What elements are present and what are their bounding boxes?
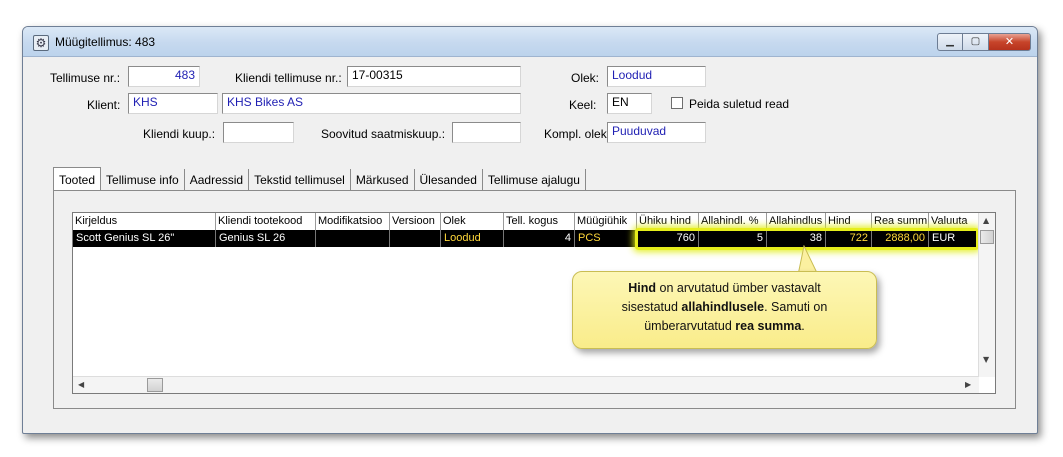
callout-hind: Hind: [628, 281, 657, 295]
annotation-callout: Hind on arvutatud ümber vastavalt sisest…: [572, 271, 877, 349]
hide-closed-checkbox[interactable]: [671, 97, 683, 109]
client-name-field[interactable]: KHS Bikes AS: [222, 93, 521, 114]
client-code-field[interactable]: KHS: [128, 93, 218, 114]
cell-client-code[interactable]: Genius SL 26: [216, 230, 316, 247]
col-header-unit[interactable]: Müügiühik: [575, 213, 637, 230]
client-label: Klient:: [87, 98, 121, 112]
order-no-field[interactable]: 483: [128, 66, 200, 87]
desired-delivery-field[interactable]: [452, 122, 521, 143]
close-icon[interactable]: ✕: [989, 33, 1031, 51]
tab-tellimuse-ajalugu[interactable]: Tellimuse ajalugu: [483, 169, 586, 191]
client-order-no-label: Kliendi tellimuse nr.:: [235, 71, 342, 85]
gear-window-icon[interactable]: ⚙: [33, 35, 49, 51]
complete-status-label: Kompl. olek:: [544, 127, 611, 141]
col-header-qty[interactable]: Tell. kogus: [504, 213, 575, 230]
scroll-down-icon[interactable]: ▼: [983, 355, 989, 365]
client-purchase-label: Kliendi kuup.:: [143, 127, 216, 141]
complete-status-field[interactable]: Puuduvad: [607, 122, 706, 143]
scroll-right-icon[interactable]: ▶: [965, 380, 971, 390]
tab-tekstid-tellimusel[interactable]: Tekstid tellimusel: [249, 169, 351, 191]
col-header-description[interactable]: Kirjeldus: [73, 213, 216, 230]
client-order-no-field[interactable]: 17-00315: [347, 66, 521, 87]
horizontal-scrollbar[interactable]: ◀ ▶: [73, 376, 979, 393]
desired-delivery-label: Soovitud saatmiskuup.:: [321, 127, 446, 141]
tab-tooted[interactable]: Tooted: [53, 167, 102, 191]
tab-aadressid[interactable]: Aadressid: [185, 169, 250, 191]
language-field[interactable]: EN: [607, 93, 652, 114]
language-label: Keel:: [569, 98, 597, 112]
tab-markused[interactable]: Märkused: [351, 169, 415, 191]
col-header-modification[interactable]: Modifikatsioo: [316, 213, 390, 230]
callout-allahindlusele: allahindlusele: [681, 300, 765, 314]
minimize-icon[interactable]: ▁: [937, 33, 963, 51]
cell-version[interactable]: [390, 230, 441, 247]
callout-text-1: on arvutatud ümber vastavalt: [656, 281, 821, 295]
title-bar[interactable]: ⚙ Müügitellimus: 483 ▁ ▢ ✕: [23, 27, 1037, 57]
status-field[interactable]: Loodud: [607, 66, 706, 87]
cell-qty[interactable]: 4: [504, 230, 575, 247]
cell-description[interactable]: Scott Genius SL 26": [73, 230, 216, 247]
callout-text-2: sisestatud: [621, 300, 682, 314]
hide-closed-label: Peida suletud read: [689, 97, 790, 111]
callout-rea-summa: rea summa: [735, 319, 802, 333]
scroll-up-icon[interactable]: ▲: [983, 216, 989, 226]
horizontal-scroll-thumb[interactable]: [147, 378, 163, 392]
order-no-label: Tellimuse nr.:: [50, 71, 121, 85]
tab-ulesanded[interactable]: Ülesanded: [415, 169, 483, 191]
cell-unit[interactable]: PCS: [575, 230, 637, 247]
callout-text-5: .: [801, 319, 805, 333]
tab-strip: Tooted Tellimuse info Aadressid Tekstid …: [53, 167, 586, 191]
col-header-client-code[interactable]: Kliendi tootekood: [216, 213, 316, 230]
vertical-scroll-thumb[interactable]: [980, 230, 994, 244]
sales-order-window: ⚙ Müügitellimus: 483 ▁ ▢ ✕ Tellimuse nr.…: [22, 26, 1038, 434]
window-controls: ▁ ▢ ✕: [937, 33, 1031, 51]
scroll-left-icon[interactable]: ◀: [78, 380, 84, 390]
tab-tellimuse-info[interactable]: Tellimuse info: [101, 169, 185, 191]
vertical-scrollbar[interactable]: ▲ ▼: [978, 213, 995, 377]
cell-modification[interactable]: [316, 230, 390, 247]
client-purchase-field[interactable]: [223, 122, 294, 143]
cell-status[interactable]: Loodud: [441, 230, 504, 247]
window-title: Müügitellimus: 483: [55, 35, 156, 49]
status-label: Olek:: [571, 71, 600, 85]
col-header-status[interactable]: Olek: [441, 213, 504, 230]
maximize-icon[interactable]: ▢: [963, 33, 989, 51]
col-header-version[interactable]: Versioon: [390, 213, 441, 230]
callout-text-4: ümberarvutatud: [644, 319, 736, 333]
callout-text-3: . Samuti on: [764, 300, 828, 314]
